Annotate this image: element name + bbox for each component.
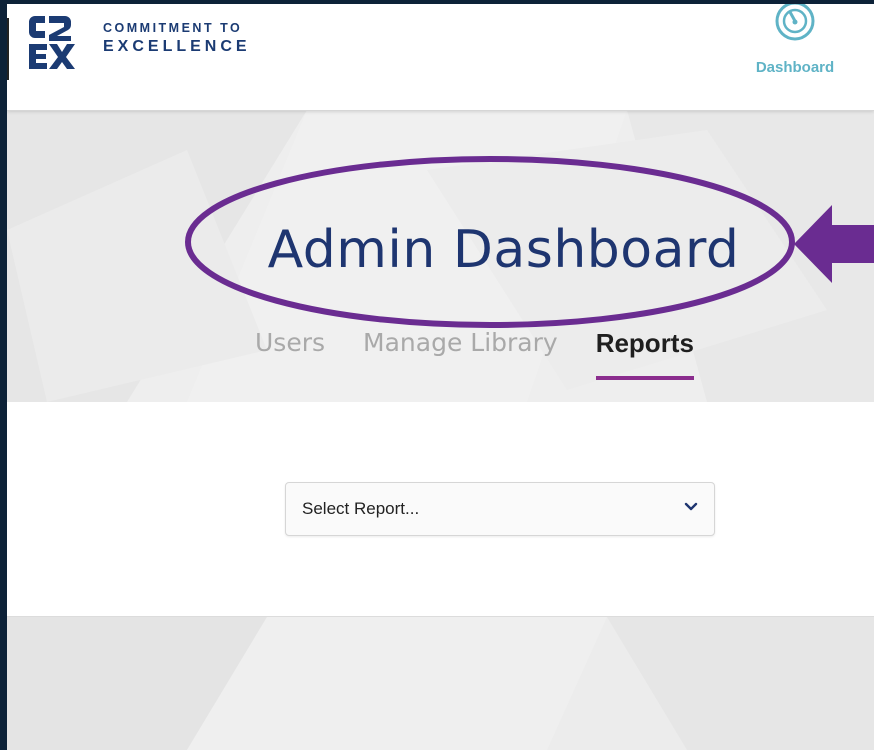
reports-panel: Select Report...: [7, 402, 874, 617]
c2ex-logo-icon[interactable]: [27, 12, 75, 72]
tab-reports[interactable]: Reports: [595, 328, 695, 380]
nav-dashboard-link[interactable]: Dashboard: [740, 4, 850, 84]
admin-tabs: Users Manage Library Reports: [255, 328, 695, 382]
site-header: COMMITMENT TO EXCELLENCE Dashboard: [7, 4, 874, 111]
tab-manage-library[interactable]: Manage Library: [363, 328, 558, 380]
page-title: Admin Dashboard: [267, 220, 740, 280]
report-select-placeholder: Select Report...: [302, 499, 420, 518]
lower-band: [7, 617, 874, 750]
lower-band-pattern: [7, 617, 874, 750]
gauge-icon: [775, 4, 815, 41]
logo-wordmark: COMMITMENT TO EXCELLENCE: [103, 22, 251, 55]
report-select[interactable]: Select Report...: [285, 482, 715, 536]
logo-line-2: EXCELLENCE: [103, 37, 251, 55]
header-divider: [7, 18, 9, 80]
tab-users[interactable]: Users: [255, 328, 325, 380]
page-hero: Admin Dashboard Users Manage Library Rep…: [7, 110, 874, 402]
nav-dashboard-label: Dashboard: [755, 59, 835, 76]
logo-line-1: COMMITMENT TO: [103, 21, 243, 35]
browser-viewport: COMMITMENT TO EXCELLENCE Dashboard Admin…: [7, 4, 874, 750]
chevron-down-icon: [684, 502, 698, 511]
